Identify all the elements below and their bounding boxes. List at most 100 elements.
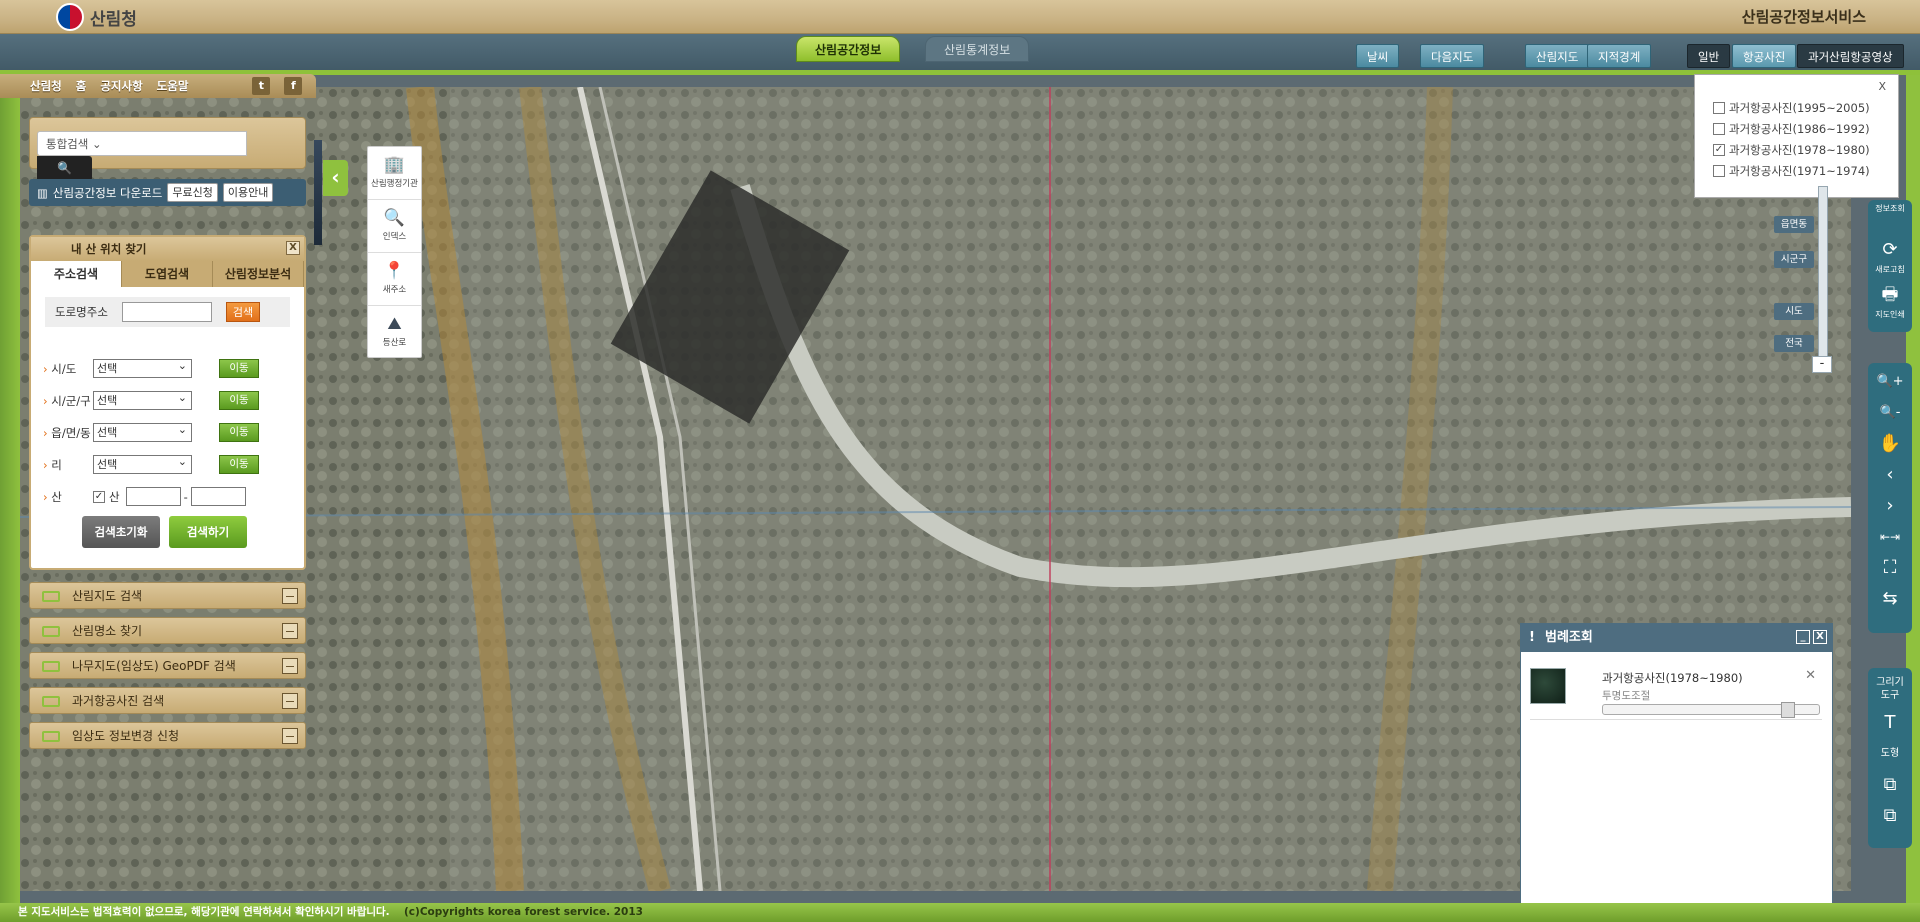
sigungu-go-button[interactable]: 이동 [219, 391, 259, 410]
accordion-forest-attractions[interactable]: 산림명소 찾기 [29, 617, 306, 644]
ri-select[interactable]: 선택 [93, 453, 192, 474]
aerial-photo-button[interactable]: 항공사진 [1732, 44, 1797, 68]
accordion-past-aerial-search[interactable]: 과거항공사진 검색 [29, 687, 306, 714]
quick-link-help[interactable]: 도움말 [157, 78, 189, 94]
zoom-in-icon[interactable]: 🔍+ [1871, 367, 1909, 398]
tool-admin-agency[interactable]: 🏢 산림행정기관 [368, 147, 421, 200]
expand-icon[interactable] [282, 728, 298, 744]
measure-distance-icon[interactable]: ⇤⇥ [1871, 522, 1909, 553]
expand-icon[interactable] [282, 658, 298, 674]
text-tool-icon[interactable]: T [1871, 708, 1909, 739]
remove-layer-icon[interactable]: ✕ [1805, 668, 1816, 683]
search-button[interactable]: 🔍 [37, 156, 92, 181]
checkbox-checked[interactable]: ✓ [1713, 143, 1725, 156]
tool-new-address[interactable]: 📍 새주소 [368, 253, 421, 306]
twitter-icon[interactable]: t [252, 77, 271, 95]
expand-icon[interactable] [282, 623, 298, 639]
expand-icon[interactable] [282, 588, 298, 604]
full-extent-icon[interactable]: ⛶ [1871, 553, 1909, 584]
previous-extent-icon[interactable]: ‹ [1871, 460, 1909, 491]
checkbox[interactable] [1713, 164, 1725, 177]
layer-thumbnail [1530, 668, 1566, 704]
download-label: 산림공간정보 다운로드 [52, 185, 163, 200]
forest-map-button[interactable]: 산림지도 [1525, 44, 1590, 68]
scale-country[interactable]: 전국 [1774, 335, 1814, 352]
cadastral-button[interactable]: 지적경계 [1587, 44, 1652, 68]
info-query-tool[interactable]: 정보조회 [1871, 204, 1909, 235]
usage-guide-button[interactable]: 이용안내 [222, 183, 274, 202]
refresh-tool[interactable]: ⟳ 새로고침 [1871, 235, 1909, 280]
layer-copy-tool-icon[interactable]: ⧉ [1871, 801, 1909, 832]
tool-index[interactable]: 🔍 인덱스 [368, 200, 421, 253]
minimize-icon[interactable]: _ [1796, 630, 1810, 644]
scale-sido[interactable]: 시도 [1774, 303, 1814, 320]
san-main-number-input[interactable] [125, 487, 181, 506]
accordion-forest-type-change[interactable]: 임상도 정보변경 신청 [29, 722, 306, 749]
do-search-button[interactable]: 검색하기 [169, 516, 247, 548]
accordion-forest-map-search[interactable]: 산림지도 검색 [29, 582, 306, 609]
road-search-button[interactable]: 검색 [225, 302, 261, 322]
san-checkbox-label: 산 [109, 489, 120, 504]
general-map-button[interactable]: 일반 [1687, 44, 1731, 68]
eupmyeondong-select[interactable]: 선택 [93, 421, 192, 442]
photo-icon [42, 696, 60, 707]
close-icon[interactable]: X [1878, 80, 1886, 93]
zoom-minus-button[interactable]: - [1812, 356, 1832, 373]
past-aerial-button[interactable]: 과거산림항공영상 [1797, 44, 1904, 68]
accordion-geopdf-search[interactable]: 나무지도(임상도) GeoPDF 검색 [29, 652, 306, 679]
main-navbar: 산림공간정보 산림통계정보 날씨 다음지도 산림지도 지적경계 일반 항공사진 … [0, 34, 1920, 75]
tab-forest-analysis[interactable]: 산림정보분석 [213, 261, 304, 287]
road-address-input[interactable] [121, 302, 212, 322]
scale-sigungu[interactable]: 시군구 [1774, 251, 1814, 268]
facebook-icon[interactable]: f [284, 77, 303, 95]
ri-go-button[interactable]: 이동 [219, 455, 259, 474]
eupmyeondong-go-button[interactable]: 이동 [219, 423, 259, 442]
opacity-label: 투명도조절 [1602, 690, 1651, 702]
footer: 본 지도서비스는 법적효력이 없으므로, 해당기관에 연락하셔서 확인하시기 바… [0, 903, 1920, 922]
tab-address-search[interactable]: 주소검색 [31, 261, 122, 287]
close-icon[interactable]: X [286, 241, 300, 255]
aerial-option[interactable]: 과거항공사진(1995~2005) [1713, 97, 1898, 118]
collapse-panel-button[interactable]: ‹ [323, 160, 348, 196]
daum-map-button[interactable]: 다음지도 [1420, 44, 1485, 68]
sido-go-button[interactable]: 이동 [219, 359, 259, 378]
sido-select[interactable]: 선택 [93, 357, 192, 378]
reset-search-button[interactable]: 검색초기화 [82, 516, 160, 548]
aerial-option[interactable]: 과거항공사진(1971~1974) [1713, 160, 1898, 181]
panel-pencil-decoration [314, 140, 322, 245]
tab-forest-spatial-info[interactable]: 산림공간정보 [796, 36, 901, 62]
aerial-option[interactable]: 과거항공사진(1986~1992) [1713, 118, 1898, 139]
tab-forest-statistics[interactable]: 산림통계정보 [925, 36, 1030, 62]
aerial-option[interactable]: ✓ 과거항공사진(1978~1980) [1713, 139, 1898, 160]
print-tool[interactable]: 🖶 지도인쇄 [1871, 280, 1909, 325]
quick-link-home[interactable]: 홈 [76, 78, 87, 94]
expand-icon[interactable] [282, 693, 298, 709]
pan-hand-icon[interactable]: ✋ [1871, 429, 1909, 460]
eupmyeondong-row: 읍/면/동 선택 이동 [43, 421, 259, 442]
opacity-slider-handle[interactable] [1781, 702, 1795, 718]
quick-link-notice[interactable]: 공지사항 [100, 78, 142, 94]
search-input[interactable]: 통합검색 ⌄ [37, 131, 247, 156]
tab-sheet-search[interactable]: 도엽검색 [122, 261, 213, 287]
layer-tool-icon[interactable]: ⧉ [1871, 770, 1909, 801]
shape-tool-icon[interactable]: 도형 [1871, 739, 1909, 770]
opacity-slider[interactable] [1602, 702, 1820, 718]
weather-button[interactable]: 날씨 [1356, 44, 1400, 68]
close-icon[interactable]: X [1813, 630, 1827, 644]
free-apply-button[interactable]: 무료신청 [167, 183, 218, 202]
san-checkbox[interactable]: ✓ [93, 490, 105, 503]
quick-link-forest-service[interactable]: 산림청 [30, 78, 62, 94]
sigungu-select[interactable]: 선택 [93, 389, 192, 410]
side-tool-bar: 🏢 산림행정기관 🔍 인덱스 📍 새주소 ⛰ 등산로 [367, 146, 422, 358]
zoom-out-icon[interactable]: 🔍- [1871, 398, 1909, 429]
next-extent-icon[interactable]: › [1871, 491, 1909, 522]
swap-icon[interactable]: ⇆ [1871, 584, 1909, 615]
checkbox[interactable] [1713, 122, 1725, 135]
tool-hiking-trail[interactable]: ⛰ 등산로 [368, 306, 421, 359]
san-sub-number-input[interactable] [190, 487, 246, 506]
checkbox[interactable] [1713, 101, 1725, 114]
brand-logo[interactable]: 산림청 [56, 2, 137, 32]
service-title: 산림공간정보서비스 [1741, 8, 1866, 26]
zoom-scale-bar[interactable] [1818, 186, 1828, 372]
scale-eupmyeondong[interactable]: 읍면동 [1774, 216, 1814, 233]
